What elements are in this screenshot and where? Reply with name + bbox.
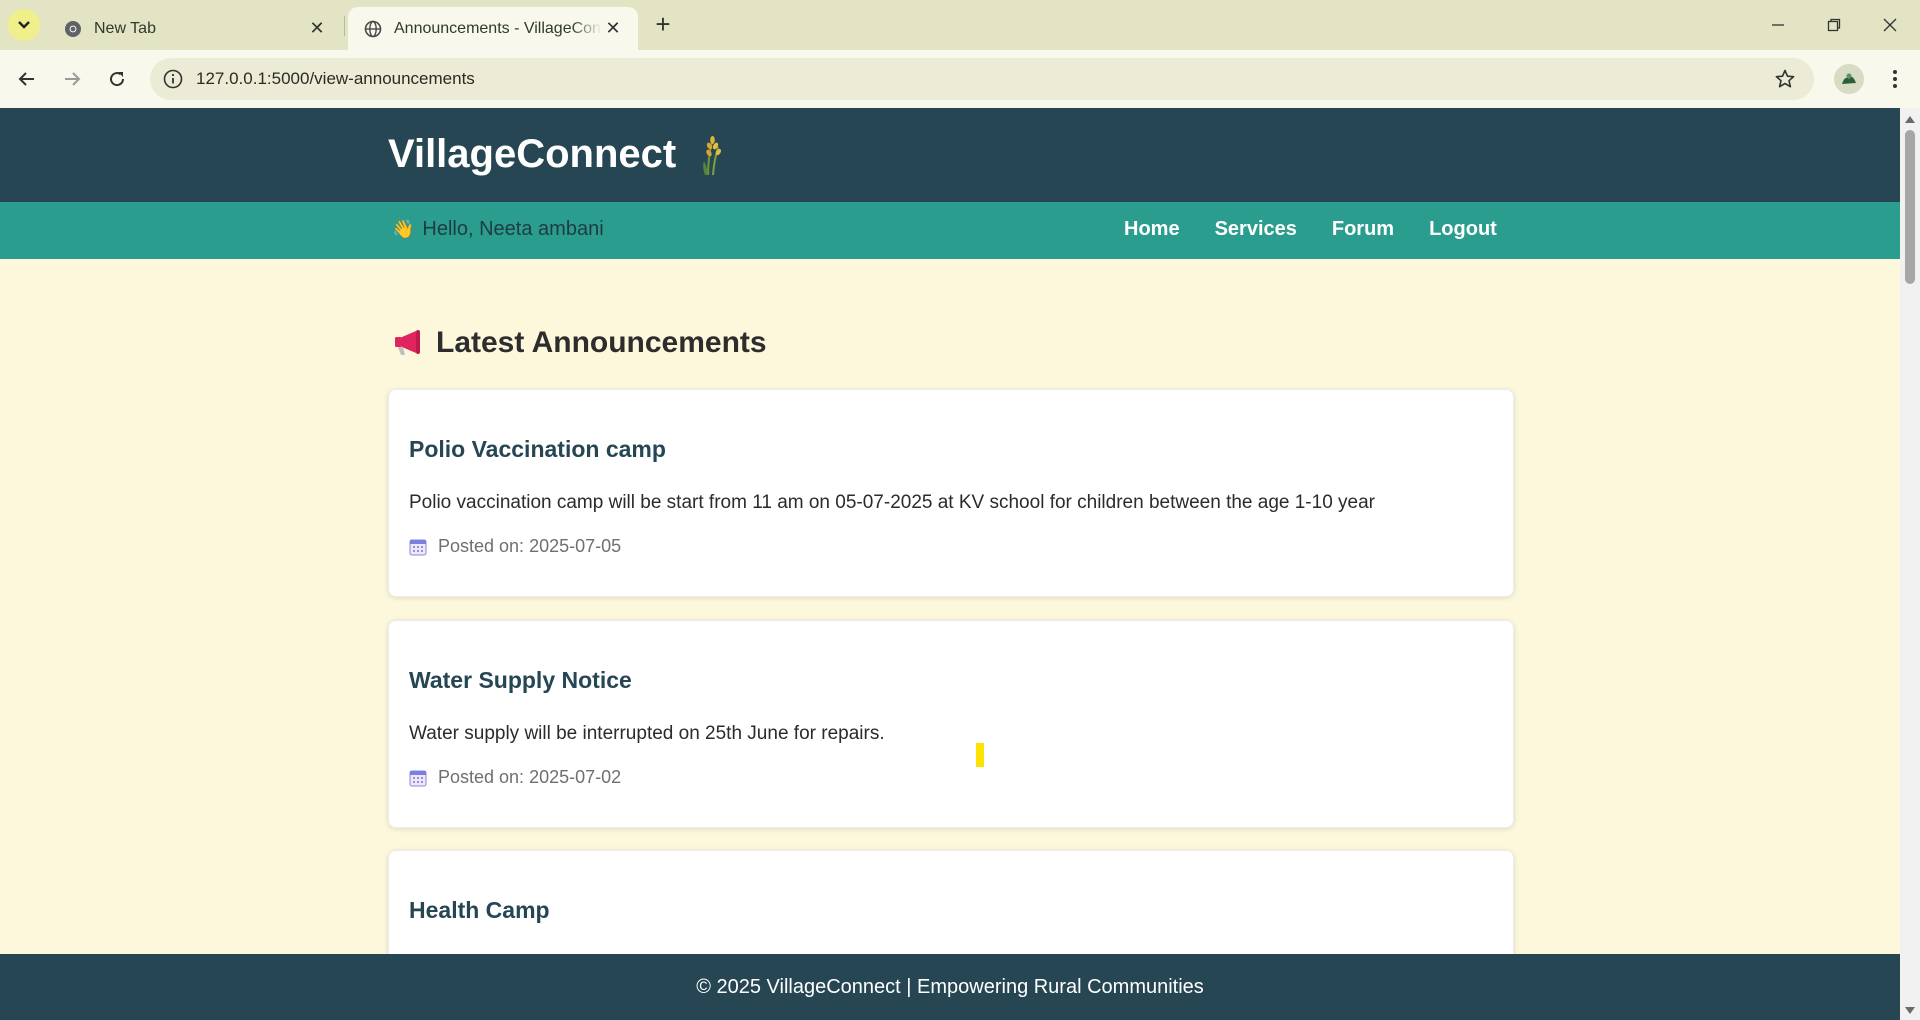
bookmark-star-icon[interactable] [1774, 68, 1796, 90]
more-vert-icon [1893, 70, 1897, 88]
announcement-card: Water Supply Notice Water supply will be… [388, 620, 1514, 828]
forward-button[interactable] [55, 62, 89, 96]
megaphone-icon [395, 330, 420, 355]
reload-button[interactable] [100, 62, 134, 96]
reload-icon [110, 72, 125, 87]
user-greeting: 👋 Hello, Neeta ambani [392, 218, 604, 241]
announcement-body: Polio vaccination camp will be start fro… [409, 492, 1376, 513]
announcement-date-text: Posted on: 2025-07-05 [438, 536, 622, 556]
site-header: VillageConnect [0, 108, 1900, 202]
nav-link-services[interactable]: Services [1215, 218, 1297, 241]
waving-hand-icon: 👋 [392, 219, 415, 239]
announcement-date-text: Posted on: 2025-07-02 [438, 767, 622, 787]
tab-announcements[interactable]: Announcements - VillageConnect ✕ [348, 7, 638, 50]
calendar-icon [409, 770, 427, 786]
page-content: VillageConnect 👋 Hello, Neeta ambani Hom… [0, 108, 1900, 1020]
globe-icon [364, 20, 382, 37]
tab-divider [344, 16, 345, 36]
new-tab-button[interactable]: + [650, 11, 676, 38]
scrollbar-thumb[interactable] [1905, 130, 1915, 284]
minimize-button[interactable] [1750, 0, 1806, 50]
arrow-left-icon [18, 72, 34, 86]
browser-tab-bar: New Tab ✕ Announcements - VillageConnect… [0, 0, 1920, 50]
announcement-date: Posted on: 2025-07-05 [409, 536, 621, 557]
text-cursor-highlight [976, 743, 984, 767]
nav-link-forum[interactable]: Forum [1332, 218, 1394, 241]
page-scrollbar[interactable] [1900, 108, 1920, 1020]
tab-new-tab[interactable]: New Tab ✕ [48, 7, 342, 50]
arrow-right-icon [65, 72, 81, 86]
tab-title: Announcements - VillageConnect [394, 19, 602, 37]
address-bar[interactable]: 127.0.0.1:5000/view-announcements [150, 58, 1814, 100]
close-icon [1883, 18, 1897, 32]
announcement-body: Water supply will be interrupted on 25th… [409, 723, 885, 744]
tab-search-button[interactable] [8, 9, 40, 41]
restore-icon [1827, 18, 1841, 32]
browser-menu-button[interactable] [1880, 64, 1910, 94]
browser-toolbar: 127.0.0.1:5000/view-announcements [0, 50, 1920, 108]
close-tab-icon[interactable]: ✕ [602, 18, 624, 40]
calendar-icon [409, 539, 427, 555]
tab-title: New Tab [94, 19, 156, 37]
nav-link-home[interactable]: Home [1124, 218, 1180, 241]
site-footer: © 2025 VillageConnect | Empowering Rural… [0, 954, 1900, 1020]
profile-avatar[interactable] [1834, 64, 1864, 94]
announcement-title: Water Supply Notice [409, 667, 632, 693]
scroll-down-arrow-icon[interactable] [1905, 1007, 1915, 1014]
minimize-icon [1772, 24, 1784, 26]
site-nav: 👋 Hello, Neeta ambani Home Services Foru… [0, 202, 1900, 259]
page-title: Latest Announcements [392, 326, 767, 360]
close-window-button[interactable] [1862, 0, 1918, 50]
wheat-icon [703, 135, 722, 175]
announcement-title: Polio Vaccination camp [409, 436, 666, 462]
scroll-up-arrow-icon[interactable] [1905, 116, 1915, 123]
page-title-text: Latest Announcements [436, 326, 767, 359]
chevron-down-icon [18, 21, 30, 29]
announcement-card: Polio Vaccination camp Polio vaccination… [388, 389, 1514, 597]
footer-text: © 2025 VillageConnect | Empowering Rural… [696, 975, 1204, 998]
nav-link-logout[interactable]: Logout [1429, 218, 1497, 241]
avatar-icon [1842, 73, 1856, 84]
announcement-date: Posted on: 2025-07-02 [409, 767, 621, 788]
restore-button[interactable] [1806, 0, 1862, 50]
url-text: 127.0.0.1:5000/view-announcements [196, 69, 475, 88]
chrome-icon [65, 20, 81, 37]
announcement-title: Health Camp [409, 897, 550, 923]
close-tab-icon[interactable]: ✕ [306, 18, 328, 40]
back-button[interactable] [10, 62, 44, 96]
greeting-text: Hello, Neeta ambani [422, 218, 604, 240]
site-brand[interactable]: VillageConnect [388, 132, 726, 177]
brand-title: VillageConnect [388, 132, 677, 176]
nav-links: Home Services Forum Logout [1124, 218, 1532, 241]
site-info-icon[interactable] [162, 68, 184, 90]
